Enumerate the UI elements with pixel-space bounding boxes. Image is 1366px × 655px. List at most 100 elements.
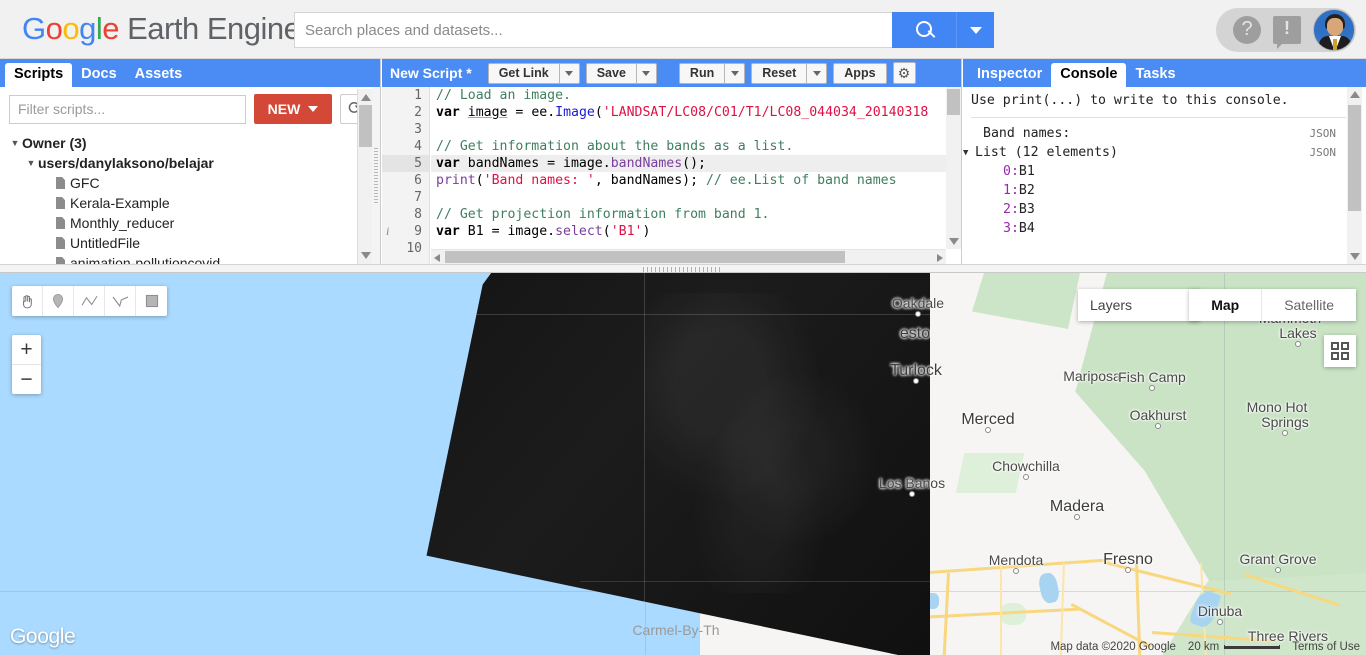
console-entry[interactable]: ▼ List (12 elements) JSON xyxy=(963,143,1366,162)
chevron-down-icon[interactable]: ▼ xyxy=(963,148,975,158)
tab-scripts[interactable]: Scripts xyxy=(5,63,73,87)
run-chevron-down-icon[interactable] xyxy=(725,62,746,84)
tab-docs[interactable]: Docs xyxy=(72,63,125,87)
scroll-down-icon[interactable] xyxy=(949,238,959,245)
info-icon[interactable]: i xyxy=(386,223,389,240)
fullscreen-icon[interactable] xyxy=(1324,335,1356,367)
line-number: 8 xyxy=(414,207,422,222)
code-horizontal-scrollbar[interactable] xyxy=(431,249,946,264)
marker-pin-icon[interactable] xyxy=(43,286,74,316)
list-item[interactable]: UntitledFile xyxy=(8,233,380,253)
json-link[interactable]: JSON xyxy=(1310,146,1337,159)
code-line[interactable]: // Get projection information from band … xyxy=(431,206,946,223)
map-canvas[interactable]: 5 5 OakdaleestoTurlockMercedChowchillaLo… xyxy=(0,273,1366,655)
get-link-button[interactable]: Get Link xyxy=(487,62,560,84)
list-item[interactable]: Monthly_reducer xyxy=(8,213,380,233)
new-script-button[interactable]: NEW xyxy=(254,94,332,124)
apps-button[interactable]: Apps xyxy=(833,62,887,84)
list-item[interactable]: animation-pollutioncovid xyxy=(8,253,380,264)
hand-pan-icon[interactable] xyxy=(12,286,43,316)
console-entry[interactable]: 2: B3 xyxy=(969,200,1366,219)
tab-console[interactable]: Console xyxy=(1051,63,1127,87)
code-line[interactable]: // Load an image. xyxy=(431,87,946,104)
json-link[interactable]: JSON xyxy=(1310,127,1337,140)
code-line[interactable]: var image = ee.Image('LANDSAT/LC08/C01/T… xyxy=(431,104,946,121)
code-area[interactable]: 1 2 3 4 5 6 7 8 i 9 10 // Load an image. var image … xyxy=(382,87,961,264)
map-draw-toolbar xyxy=(12,286,167,316)
scrollbar-thumb[interactable] xyxy=(947,89,960,115)
code-token: var xyxy=(436,105,460,120)
code-token: print xyxy=(436,173,476,188)
polyline-icon[interactable] xyxy=(74,286,105,316)
console-panel: Inspector Console Tasks Use print(...) t… xyxy=(963,59,1366,264)
reset-chevron-down-icon[interactable] xyxy=(807,62,828,84)
scroll-up-icon[interactable] xyxy=(1350,91,1360,98)
polygon-icon[interactable] xyxy=(105,286,136,316)
code-line[interactable] xyxy=(431,189,946,206)
help-icon[interactable]: ? xyxy=(1233,16,1261,44)
scroll-down-icon[interactable] xyxy=(1350,253,1360,260)
console-entry[interactable]: 3: B4 xyxy=(969,219,1366,238)
tree-node-repo[interactable]: ▼ users/danylaksono/belajar xyxy=(8,153,380,173)
account-area: ? ! xyxy=(1216,8,1356,52)
avatar-tie xyxy=(1333,39,1337,50)
code-line[interactable]: var bandNames = image.bandNames(); xyxy=(431,155,946,172)
get-link-chevron-down-icon[interactable] xyxy=(559,62,580,84)
console-entry[interactable]: 0: B1 xyxy=(969,162,1366,181)
list-item[interactable]: GFC xyxy=(8,173,380,193)
chevron-down-icon xyxy=(308,106,319,112)
search-input[interactable] xyxy=(294,12,893,48)
reset-group: Reset xyxy=(751,62,828,84)
scrollbar-thumb[interactable] xyxy=(1348,105,1361,211)
tab-assets[interactable]: Assets xyxy=(126,63,192,87)
tree-node-owner[interactable]: ▼ Owner (3) xyxy=(8,133,380,153)
run-button[interactable]: Run xyxy=(678,62,726,84)
scrollbar-thumb[interactable] xyxy=(359,105,372,147)
scripts-scrollbar[interactable] xyxy=(357,89,372,264)
zoom-in-button[interactable]: + xyxy=(12,335,41,364)
scripts-tabbar: Scripts Docs Assets xyxy=(0,59,380,87)
code-line[interactable] xyxy=(431,121,946,138)
console-entry[interactable]: Band names: JSON xyxy=(969,124,1366,143)
scripts-code-splitter[interactable] xyxy=(372,87,380,264)
save-button[interactable]: Save xyxy=(585,62,637,84)
scroll-right-icon[interactable] xyxy=(937,254,943,262)
save-chevron-down-icon[interactable] xyxy=(636,62,657,84)
console-scrollbar[interactable] xyxy=(1347,87,1362,264)
code-line[interactable]: print('Band names: ', bandNames); // ee.… xyxy=(431,172,946,189)
console-entry[interactable]: 1: B2 xyxy=(969,181,1366,200)
layers-button[interactable]: Layers xyxy=(1078,289,1200,321)
search-icon[interactable] xyxy=(892,12,957,48)
scroll-down-icon[interactable] xyxy=(361,252,371,259)
tab-tasks[interactable]: Tasks xyxy=(1126,63,1184,87)
map-city-dot xyxy=(1295,341,1301,347)
list-item[interactable]: Kerala-Example xyxy=(8,193,380,213)
gear-icon[interactable]: ⚙ xyxy=(892,62,916,84)
app-logo: Google Earth Engine xyxy=(22,11,301,46)
scroll-up-icon[interactable] xyxy=(361,94,371,101)
code-vertical-scrollbar[interactable] xyxy=(946,87,961,249)
scrollbar-thumb[interactable] xyxy=(445,251,845,263)
console-entry-text: List (12 elements) xyxy=(975,145,1118,160)
rectangle-icon[interactable] xyxy=(136,286,167,316)
code-line[interactable]: var B1 = image.select('B1') xyxy=(431,223,946,240)
map-type-map[interactable]: Map xyxy=(1189,289,1261,321)
map-type-satellite[interactable]: Satellite xyxy=(1261,289,1356,321)
feedback-icon[interactable]: ! xyxy=(1273,16,1301,49)
avatar[interactable] xyxy=(1313,9,1355,51)
scroll-left-icon[interactable] xyxy=(434,254,440,262)
tree-label: GFC xyxy=(70,175,100,191)
reset-button[interactable]: Reset xyxy=(751,62,808,84)
map-zoom-controls: + − xyxy=(12,335,41,394)
tab-inspector[interactable]: Inspector xyxy=(968,63,1051,87)
panel-map-splitter[interactable] xyxy=(0,264,1366,273)
file-icon xyxy=(56,237,65,249)
zoom-out-button[interactable]: − xyxy=(12,365,41,394)
search-options-chevron-down-icon[interactable] xyxy=(956,12,994,48)
filter-scripts-input[interactable] xyxy=(9,94,246,124)
code-lines[interactable]: // Load an image. var image = ee.Image('L… xyxy=(431,87,946,264)
code-line[interactable]: // Get information about the bands as a … xyxy=(431,138,946,155)
map-gridline xyxy=(1224,273,1225,655)
terms-of-use-link[interactable]: Terms of Use xyxy=(1292,641,1360,653)
